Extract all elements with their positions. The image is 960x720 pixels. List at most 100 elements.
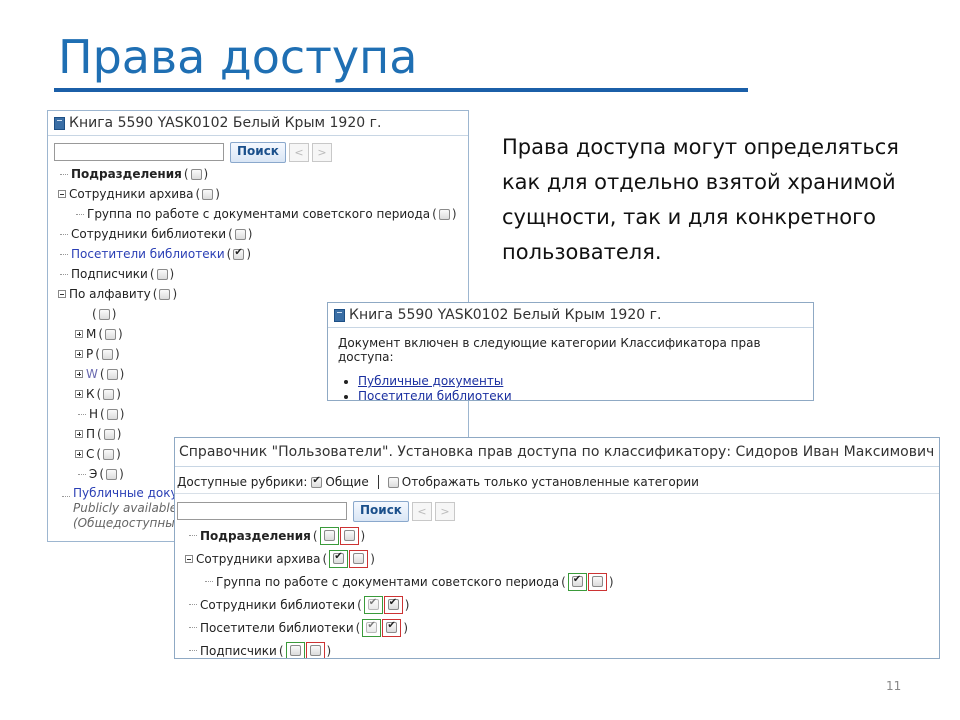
category-link-visitors[interactable]: Посетители библиотеки (358, 389, 512, 400)
tree-item-label: По алфавиту (69, 287, 151, 301)
deny-group (339, 526, 359, 545)
slide-title: Права доступа (58, 30, 418, 84)
expand-icon[interactable] (75, 430, 83, 438)
search-input[interactable] (54, 143, 224, 161)
access-checkbox[interactable] (106, 408, 118, 420)
access-checkbox[interactable] (106, 468, 118, 480)
expand-icon[interactable] (75, 330, 83, 338)
tree-connector (78, 473, 86, 475)
rights-tree: Подразделения ( ) Сотрудники архива ( ) … (175, 524, 939, 658)
categories-text: Документ включен в следующие категории К… (338, 336, 761, 364)
access-checkbox[interactable] (103, 448, 115, 460)
tree-item[interactable]: Подразделения () (48, 164, 468, 184)
panel-title: Книга 5590 YASK0102 Белый Крым 1920 г. (69, 115, 382, 131)
panel-header: Книга 5590 YASK0102 Белый Крым 1920 г. (328, 303, 813, 328)
tree-connector (60, 233, 68, 235)
access-checkbox[interactable] (103, 388, 115, 400)
tree-item-label: Группа по работе с документами советског… (87, 207, 431, 221)
categories-list: Публичные документы Посетители библиотек… (328, 374, 813, 400)
next-button[interactable]: > (311, 142, 332, 162)
prev-button[interactable]: < (288, 142, 309, 162)
tree-item[interactable]: Группа по работе с документами советског… (48, 204, 468, 224)
allow-checkbox[interactable] (333, 551, 345, 564)
show-only-checkbox[interactable] (387, 476, 399, 488)
tree-item[interactable]: Сотрудники архива () (48, 184, 468, 204)
access-checkbox[interactable] (156, 268, 168, 280)
allow-checkbox[interactable] (571, 574, 583, 587)
tree-item-label: Р (86, 347, 94, 361)
tree-item: Группа по работе с документами советског… (175, 570, 939, 593)
tree-item-label: Э (89, 467, 98, 481)
expand-icon[interactable] (75, 370, 83, 378)
allow-checkbox[interactable] (323, 530, 335, 541)
next-button[interactable]: > (434, 501, 455, 521)
deny-checkbox[interactable] (353, 553, 365, 564)
access-checkbox[interactable] (101, 348, 113, 360)
panel-header: Книга 5590 YASK0102 Белый Крым 1920 г. (48, 111, 468, 136)
tree-item-label: Посетители библиотеки (200, 620, 354, 635)
collapse-icon[interactable] (58, 290, 66, 298)
access-checkbox[interactable] (438, 208, 450, 220)
allow-group (362, 618, 382, 637)
deny-checkbox[interactable] (343, 530, 355, 541)
tree-item-label: С (86, 447, 95, 461)
expand-icon[interactable] (75, 350, 83, 358)
tree-item[interactable]: Посетители библиотеки () (48, 244, 468, 264)
tree-item-label: К (86, 387, 95, 401)
access-checkbox[interactable] (190, 168, 202, 180)
tree-connector (76, 213, 84, 215)
deny-checkbox[interactable] (386, 620, 398, 633)
tree-item-label: Н (89, 407, 99, 421)
access-checkbox[interactable] (106, 368, 118, 380)
panel-header: Справочник "Пользователи". Установка пра… (175, 438, 939, 467)
search-button[interactable]: Поиск (353, 500, 409, 522)
access-checkbox[interactable] (105, 328, 117, 340)
document-categories-panel: Книга 5590 YASK0102 Белый Крым 1920 г. Д… (327, 302, 814, 401)
deny-checkbox[interactable] (591, 576, 603, 587)
allow-checkbox[interactable] (289, 645, 301, 656)
access-checkbox[interactable] (202, 188, 214, 200)
access-checkbox[interactable] (234, 228, 246, 240)
tree-item-label: Подписчики (71, 267, 148, 281)
tree-item-label: П (86, 427, 96, 441)
deny-group (587, 572, 607, 591)
allow-group (363, 595, 383, 614)
access-checkbox[interactable] (103, 428, 115, 440)
tree-item-label: Посетители библиотеки (71, 247, 225, 261)
allow-checkbox[interactable] (366, 620, 378, 633)
deny-checkbox[interactable] (387, 597, 399, 610)
search-input[interactable] (177, 502, 347, 520)
tree-item-label: М (86, 327, 97, 341)
tree-item[interactable]: Подписчики () (48, 264, 468, 284)
allow-group (567, 572, 587, 591)
tree-item[interactable]: По алфавиту () (48, 284, 468, 304)
access-checkbox[interactable] (233, 247, 245, 260)
collapse-icon[interactable] (185, 554, 193, 563)
expand-icon[interactable] (75, 390, 83, 398)
tree-item[interactable]: Сотрудники библиотеки () (48, 224, 468, 244)
tree-item-label: Сотрудники библиотеки (200, 597, 356, 612)
tree-item[interactable]: Н () (48, 404, 468, 424)
deny-group (349, 549, 369, 568)
tree-item: Подписчики ( ) (175, 639, 939, 658)
deny-group (383, 595, 403, 614)
expand-icon[interactable] (75, 450, 83, 458)
category-link-public[interactable]: Публичные документы (358, 374, 503, 388)
tree-item: Подразделения ( ) (175, 524, 939, 547)
allow-group (329, 549, 349, 568)
book-icon (334, 308, 345, 322)
page-number: 11 (886, 679, 902, 693)
deny-group (382, 618, 402, 637)
access-checkbox[interactable] (159, 288, 171, 300)
filter-divider (377, 475, 379, 489)
filter-label: Доступные рубрики: (177, 475, 308, 489)
tree-item: Посетители библиотеки ( ) (175, 616, 939, 639)
prev-button[interactable]: < (411, 501, 432, 521)
collapse-icon[interactable] (58, 190, 66, 198)
allow-checkbox[interactable] (367, 597, 379, 610)
access-checkbox[interactable] (98, 308, 110, 320)
tree-item-label: Сотрудники архива (196, 551, 321, 566)
deny-checkbox[interactable] (309, 645, 321, 656)
search-button[interactable]: Поиск (230, 141, 286, 163)
general-checkbox[interactable] (311, 475, 323, 488)
